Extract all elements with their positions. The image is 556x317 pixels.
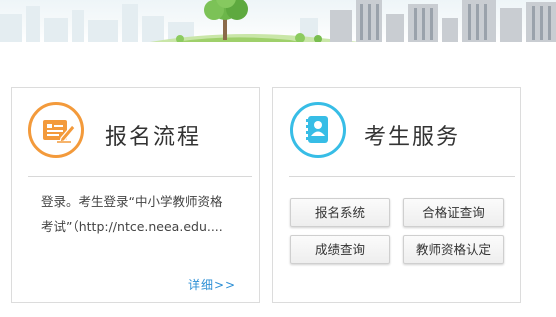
teacher-qualification-button[interactable]: 教师资格认定: [403, 235, 504, 264]
description-line: 登录。考生登录“中小学教师资格: [41, 194, 223, 209]
header-banner: [0, 0, 556, 42]
registration-system-button[interactable]: 报名系统: [290, 198, 390, 227]
person-id-book-icon: [290, 102, 346, 158]
score-query-button[interactable]: 成绩查询: [290, 235, 390, 264]
card-title: 报名流程: [105, 125, 202, 150]
card-title: 考生服务: [364, 125, 461, 150]
details-link[interactable]: 详细>>: [188, 276, 236, 293]
candidate-services-card: 考生服务 报名系统 合格证查询 成绩查询 教师资格认定: [272, 87, 521, 303]
pen-on-form-icon: [28, 102, 84, 158]
card-header: 报名流程: [12, 88, 259, 176]
card-divider: [289, 176, 515, 177]
card-header: 考生服务: [273, 88, 520, 176]
registration-process-card: 报名流程 登录。考生登录“中小学教师资格 考试”（http://ntce.nee…: [11, 87, 260, 303]
description-line: 考试”（http://ntce.neea.edu....: [41, 219, 223, 234]
page: 报名流程 登录。考生登录“中小学教师资格 考试”（http://ntce.nee…: [0, 0, 556, 317]
card-divider: [28, 176, 252, 177]
process-description: 登录。考生登录“中小学教师资格 考试”（http://ntce.neea.edu…: [41, 189, 243, 239]
certificate-query-button[interactable]: 合格证查询: [403, 198, 504, 227]
city-skyline-illustration: [0, 0, 556, 42]
